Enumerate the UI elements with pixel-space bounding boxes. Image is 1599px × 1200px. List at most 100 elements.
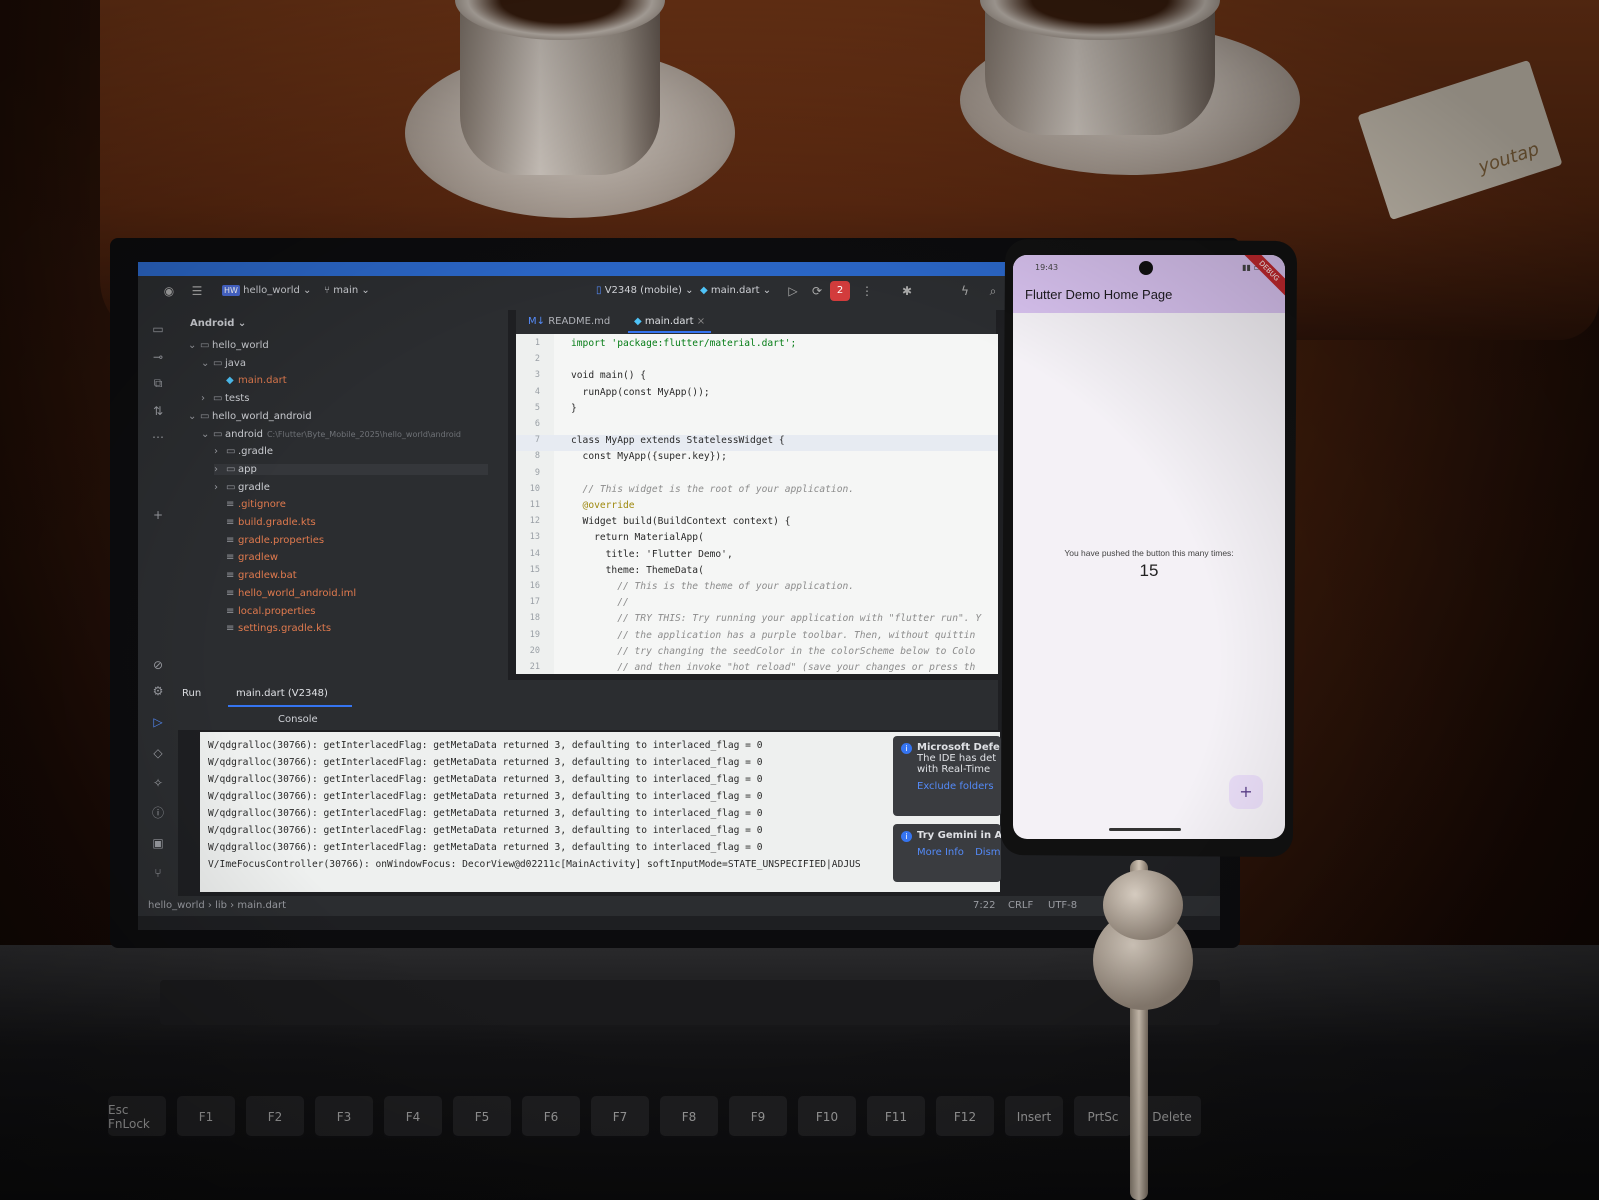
project-switcher[interactable]: HW hello_world ⌄ xyxy=(222,285,311,296)
terminal-icon[interactable]: ▣ xyxy=(151,836,165,850)
search-icon[interactable]: ⌕ xyxy=(986,284,1000,298)
expand-arrow-icon[interactable]: ⌄ xyxy=(201,429,213,440)
tree-item[interactable]: ⌄ ▭ java xyxy=(201,358,246,369)
tree-item[interactable]: › ▭ tests xyxy=(201,393,249,404)
code-line: 21 // and then invoke "hot reload" (save… xyxy=(516,662,998,674)
git-icon[interactable]: ⑂ xyxy=(151,866,165,880)
pull-request-icon[interactable]: ⇅ xyxy=(151,404,165,418)
run-config-name: main.dart xyxy=(710,285,760,296)
run-tab[interactable]: main.dart (V2348) xyxy=(228,688,352,707)
gesture-bar xyxy=(1109,828,1181,831)
stop-button[interactable]: 2 xyxy=(830,281,850,301)
code-editor[interactable]: 1 import 'package:flutter/material.dart';… xyxy=(516,334,998,674)
problems-icon[interactable]: ⓘ xyxy=(151,806,165,820)
laptop-hinge xyxy=(160,980,1220,1025)
breadcrumb[interactable]: hello_world › lib › main.dart xyxy=(148,900,286,911)
tree-item[interactable]: ≡ .gitignore xyxy=(214,499,286,510)
code-line: 9 xyxy=(516,468,998,484)
gradle-file-icon: ≡ xyxy=(226,623,235,635)
tree-item[interactable]: ◆ main.dart xyxy=(214,375,287,386)
branch-switcher[interactable]: ⑂ main ⌄ xyxy=(324,285,370,296)
expand-arrow-icon[interactable]: › xyxy=(214,482,226,493)
code-line: 1 import 'package:flutter/material.dart'; xyxy=(516,338,998,354)
hamburger-menu-icon[interactable]: ☰ xyxy=(190,284,204,298)
console-tab[interactable]: Console xyxy=(278,714,318,725)
tree-item[interactable]: ≡ gradlew.bat xyxy=(214,570,297,581)
console-output[interactable]: W/qdgralloc(30766): getInterlacedFlag: g… xyxy=(200,732,1000,892)
run-icon[interactable]: ▷ xyxy=(786,284,800,298)
add-icon[interactable]: + xyxy=(151,508,165,522)
defender-notification[interactable]: i Microsoft Defe The IDE has det with Re… xyxy=(893,736,1001,816)
folder-icon: ▭ xyxy=(213,428,223,440)
code-line: 19 // the application has a purple toolb… xyxy=(516,630,998,646)
structure-icon[interactable]: ⧉ xyxy=(151,376,165,390)
log-line: W/qdgralloc(30766): getInterlacedFlag: g… xyxy=(208,825,763,836)
settings-icon[interactable]: ⚙ xyxy=(151,684,165,698)
expand-arrow-icon[interactable]: ⌄ xyxy=(188,340,200,351)
expand-arrow-icon[interactable]: › xyxy=(214,464,226,475)
keyboard-key: Esc FnLock xyxy=(108,1096,166,1138)
bear-head xyxy=(1103,870,1183,940)
expand-arrow-icon[interactable]: › xyxy=(214,446,226,457)
run-label: Run xyxy=(182,688,202,699)
commit-icon[interactable]: ⊸ xyxy=(151,350,165,364)
dismiss-link[interactable]: Dismiss xyxy=(975,847,1001,858)
gem-icon[interactable]: ◇ xyxy=(151,746,165,760)
app-bar: 19:43 ▮▮ ▭ DEBUG Flutter Demo Home Page xyxy=(1013,255,1285,313)
tree-item[interactable]: ≡ settings.gradle.kts xyxy=(214,623,331,634)
project-view-selector[interactable]: Android ⌄ xyxy=(190,318,246,329)
keyboard-key: PrtSc xyxy=(1074,1096,1132,1138)
exclude-folders-link[interactable]: Exclude folders xyxy=(917,781,995,792)
status-bar: hello_world › lib › main.dart 7:22 CRLF … xyxy=(138,896,1220,916)
more-tools-icon[interactable]: ⋯ xyxy=(151,430,165,444)
markdown-icon: M↓ xyxy=(528,316,546,327)
tree-item-label: gradlew xyxy=(238,552,279,564)
tree-item[interactable]: ≡ build.gradle.kts xyxy=(214,517,316,528)
code-line: 15 theme: ThemeData( xyxy=(516,565,998,581)
notif-line1: The IDE has det xyxy=(917,753,997,764)
stop-badge: 2 xyxy=(836,285,844,296)
code-line: 7 class MyApp extends StatelessWidget { xyxy=(516,435,998,452)
debug-run-icon[interactable]: ⟳ xyxy=(810,284,824,298)
logcat-icon[interactable]: ✧ xyxy=(151,776,165,790)
more-info-link[interactable]: More Info xyxy=(917,847,964,858)
line-ending[interactable]: CRLF xyxy=(1008,900,1033,911)
code-text: // and then invoke "hot reload" (save yo… xyxy=(571,662,976,673)
gemini-notification[interactable]: i Try Gemini in An More Info Dismiss xyxy=(893,824,1001,882)
code-text: const MyApp({super.key}); xyxy=(571,451,727,463)
tree-item[interactable]: ⌄ ▭ hello_world_android xyxy=(188,411,312,422)
code-line: 18 // TRY THIS: Try running your applica… xyxy=(516,613,998,629)
expand-arrow-icon[interactable]: ⌄ xyxy=(201,358,213,369)
lightning-icon[interactable]: ϟ xyxy=(958,284,972,298)
receipt-brand: youtap xyxy=(1475,138,1542,178)
expand-arrow-icon[interactable]: ⌄ xyxy=(188,411,200,422)
tree-item[interactable]: › ▭ app xyxy=(214,463,488,475)
tree-item[interactable]: ≡ gradlew xyxy=(214,552,278,563)
bear-keychain xyxy=(1068,870,1218,1020)
tree-item[interactable]: ≡ gradle.properties xyxy=(214,535,324,546)
tree-item[interactable]: ≡ local.properties xyxy=(214,606,316,617)
tree-item[interactable]: › ▭ .gradle xyxy=(214,446,273,457)
device-name: V2348 (mobile) xyxy=(604,285,682,296)
caret-position[interactable]: 7:22 xyxy=(973,900,995,911)
run-config-selector[interactable]: ◆ main.dart ⌄ xyxy=(700,285,771,296)
device-manager-icon[interactable]: ⊘ xyxy=(151,658,165,672)
ignore-file-icon: ≡ xyxy=(226,499,235,511)
expand-arrow-icon[interactable]: › xyxy=(201,393,213,404)
tree-item[interactable]: ≡ hello_world_android.iml xyxy=(214,588,356,599)
close-tab-icon[interactable]: × xyxy=(697,316,705,327)
tab-readme[interactable]: M↓ README.md xyxy=(528,316,610,327)
run-tool-icon[interactable]: ▷ xyxy=(151,715,165,729)
folder-icon[interactable]: ▭ xyxy=(151,322,165,336)
tab-main-dart[interactable]: ◆ main.dart × xyxy=(627,316,712,333)
tree-item[interactable]: › ▭ gradle xyxy=(214,482,270,493)
log-line: W/qdgralloc(30766): getInterlacedFlag: g… xyxy=(208,791,763,802)
increment-button[interactable]: + xyxy=(1229,775,1263,809)
more-actions-icon[interactable]: ⋮ xyxy=(860,284,874,298)
device-selector[interactable]: ▯ V2348 (mobile) ⌄ xyxy=(596,285,693,296)
camera-cutout xyxy=(1139,261,1153,275)
log-line: W/qdgralloc(30766): getInterlacedFlag: g… xyxy=(208,774,763,785)
tree-item[interactable]: ⌄ ▭ android C:\Flutter\Byte_Mobile_2025\hel… xyxy=(201,429,461,440)
bug-icon[interactable]: ✱ xyxy=(900,284,914,298)
tree-item[interactable]: ⌄ ▭ hello_world xyxy=(188,340,269,351)
